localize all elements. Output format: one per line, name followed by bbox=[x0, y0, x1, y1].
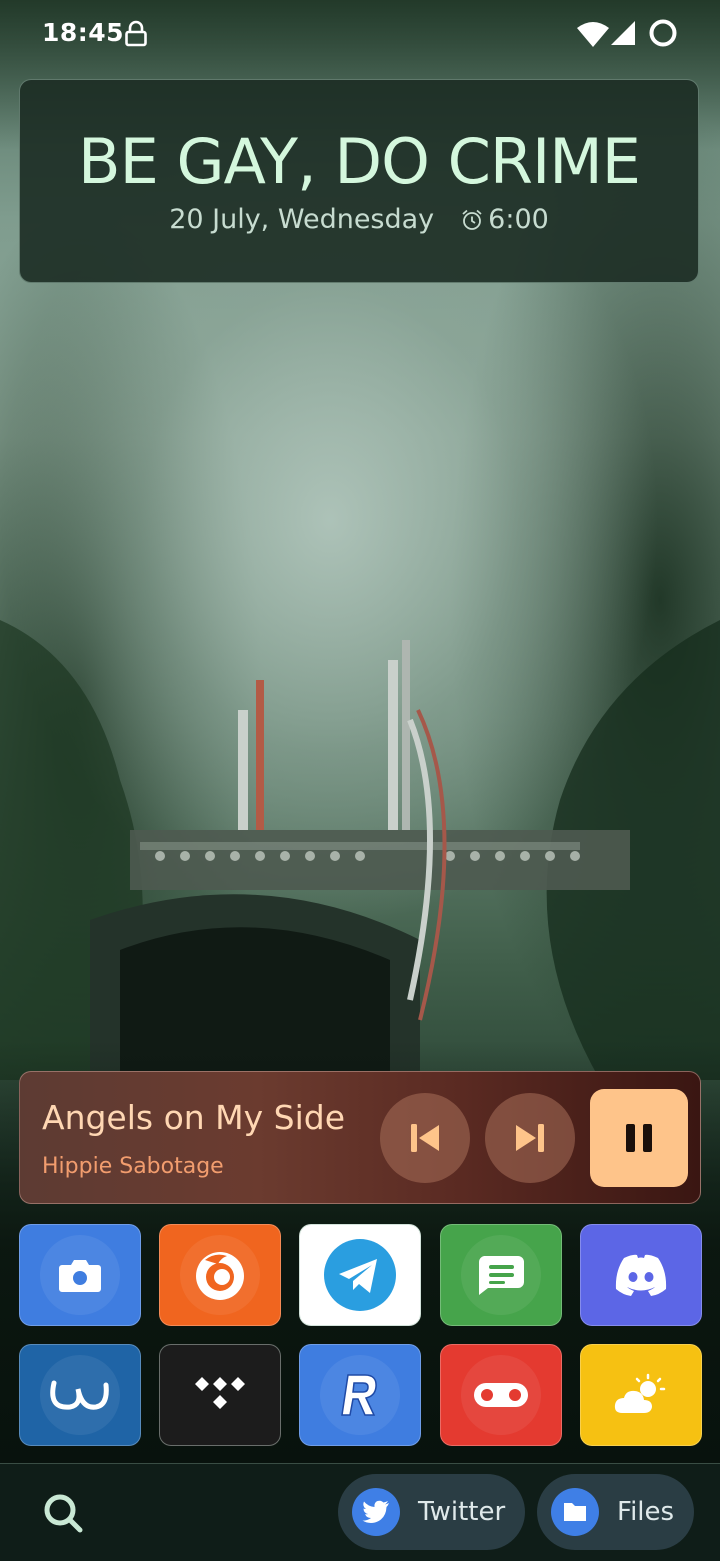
shortcut-files[interactable]: Files bbox=[537, 1474, 694, 1550]
voicemail-icon bbox=[474, 1383, 528, 1407]
battery-saver-icon bbox=[649, 19, 677, 47]
app-revolut[interactable] bbox=[299, 1344, 421, 1446]
discord-icon bbox=[615, 1254, 667, 1296]
pause-icon bbox=[626, 1124, 652, 1152]
wallpaper-bridge-image bbox=[0, 620, 720, 1080]
app-weather[interactable] bbox=[580, 1344, 702, 1446]
next-track-button[interactable] bbox=[485, 1093, 575, 1183]
app-discord[interactable] bbox=[580, 1224, 702, 1326]
shortcut-twitter[interactable]: Twitter bbox=[338, 1474, 525, 1550]
twitter-icon-badge bbox=[352, 1488, 400, 1536]
search-icon[interactable] bbox=[36, 1486, 92, 1542]
signal-icon bbox=[611, 21, 635, 45]
pause-button[interactable] bbox=[590, 1089, 688, 1187]
app-camera[interactable] bbox=[19, 1224, 141, 1326]
app-messages[interactable] bbox=[440, 1224, 562, 1326]
app-voicemail[interactable] bbox=[440, 1344, 562, 1446]
media-title: Angels on My Side bbox=[42, 1098, 346, 1137]
app-firefox[interactable] bbox=[159, 1224, 281, 1326]
app-tidal[interactable] bbox=[159, 1344, 281, 1446]
alarm-time: 6:00 bbox=[488, 204, 549, 235]
skip-next-icon bbox=[516, 1124, 544, 1152]
skip-previous-icon bbox=[411, 1124, 439, 1152]
clock-subline: 20 July, Wednesday 6:00 bbox=[20, 204, 698, 235]
twitter-icon bbox=[362, 1500, 389, 1523]
folder-icon bbox=[564, 1503, 586, 1521]
telegram-icon bbox=[324, 1239, 396, 1311]
lock-icon bbox=[125, 20, 147, 47]
alarm-icon bbox=[462, 209, 482, 230]
weather-icon bbox=[614, 1373, 666, 1413]
camera-icon bbox=[59, 1260, 101, 1292]
wifi-icon bbox=[577, 22, 609, 47]
firefox-icon bbox=[196, 1252, 244, 1300]
revolut-icon bbox=[341, 1374, 377, 1416]
chat-bubble-icon bbox=[478, 1256, 524, 1295]
clock-widget[interactable]: BE GAY, DO CRIME 20 July, Wednesday 6:00 bbox=[19, 79, 699, 283]
clock-headline: BE GAY, DO CRIME bbox=[78, 125, 641, 198]
status-time: 18:45 bbox=[42, 18, 125, 47]
previous-track-button[interactable] bbox=[380, 1093, 470, 1183]
shortcut-files-label: Files bbox=[617, 1497, 675, 1527]
dock: Twitter Files bbox=[0, 1463, 720, 1561]
clock-date: 20 July, Wednesday bbox=[169, 204, 435, 235]
app-wave[interactable] bbox=[19, 1344, 141, 1446]
wave-icon bbox=[50, 1380, 109, 1410]
tidal-icon bbox=[195, 1377, 245, 1409]
app-telegram[interactable] bbox=[299, 1224, 421, 1326]
folder-icon-badge bbox=[551, 1488, 599, 1536]
shortcut-twitter-label: Twitter bbox=[418, 1497, 506, 1527]
status-bar: 18:45 bbox=[0, 0, 720, 70]
media-player-widget[interactable]: Angels on My Side Hippie Sabotage bbox=[19, 1071, 701, 1204]
clock-alarm[interactable]: 6:00 bbox=[460, 204, 549, 235]
media-artist: Hippie Sabotage bbox=[42, 1154, 224, 1179]
